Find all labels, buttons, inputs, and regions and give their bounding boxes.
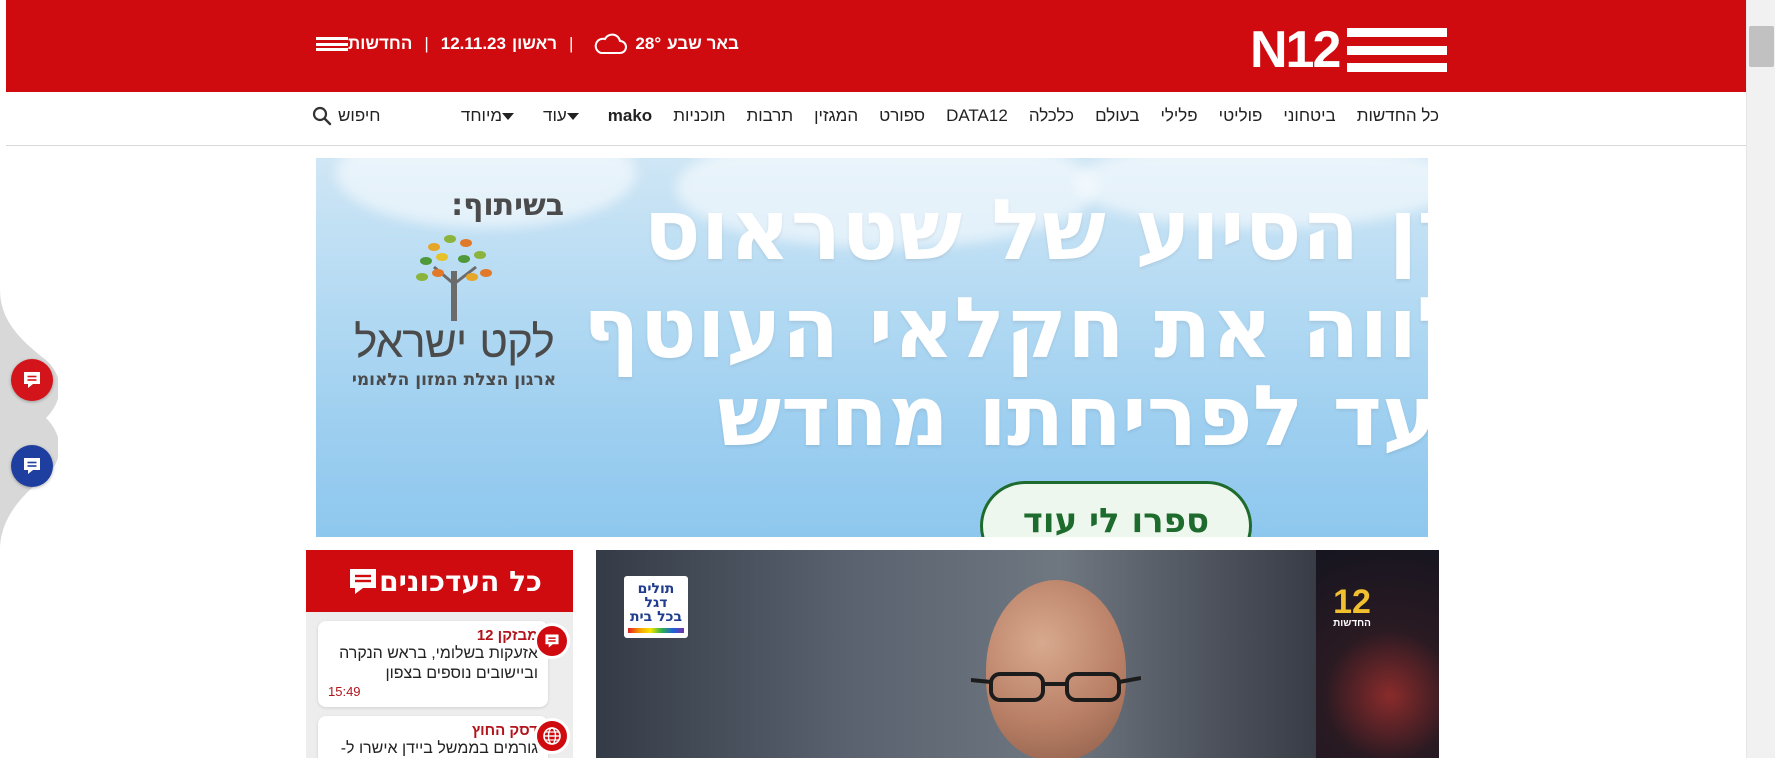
nav-item[interactable]: המגזין (814, 106, 858, 126)
globe-icon (543, 727, 561, 745)
chat-icon (24, 458, 40, 474)
ad-cta-button[interactable]: ספרו לי עוד (980, 481, 1252, 537)
tree-icon (416, 235, 492, 321)
nav-item[interactable]: מיוחד (461, 106, 522, 126)
partner-title: בשיתוף: (451, 188, 564, 223)
page-scrollbar[interactable] (1746, 0, 1775, 758)
ad-headline-line-3: עד לפריחתו מחדש (717, 367, 1428, 465)
mini-logo-icon (316, 37, 348, 51)
chevron-down-icon (566, 112, 579, 120)
page: N12 החדשות | 12.11.23 ראשון | 28° באר שב… (0, 0, 1775, 758)
nav-item[interactable]: תוכניות (673, 106, 725, 126)
updates-panel: כל העדכונים מבזקן 12 אזעקות בשלומי, בראש… (306, 550, 573, 758)
nav-item-label: DATA12 (946, 106, 1008, 125)
logo-text: N12 (1250, 21, 1341, 79)
scrollbar-thumb[interactable] (1749, 26, 1774, 67)
separator: | (424, 34, 429, 53)
ad-banner[interactable]: רן הסיוע של שטראוס לווה את חקלאי העוטף ע… (316, 158, 1428, 537)
nav-item-label: כלכלה (1028, 106, 1075, 125)
nav-item[interactable]: DATA12 (946, 106, 1008, 126)
nav-item-label: mako (607, 106, 653, 125)
nav-item[interactable]: תרבות (746, 106, 793, 126)
nav-items: כל החדשות ביטחוני פוליטי פלילי בעולם כלכלה DAT… (440, 106, 1439, 126)
nav-item-label: פוליטי (1218, 106, 1263, 125)
cloud-icon (595, 33, 628, 54)
nav-item-label: בעולם (1095, 106, 1140, 125)
updates-header[interactable]: כל העדכונים (306, 550, 573, 612)
update-source: מבזקן 12 (476, 627, 538, 644)
partner-tagline: ארגון הצלת המזון הלאומי (351, 370, 557, 390)
updates-title: כל העדכונים (379, 564, 542, 598)
nav-item[interactable]: פוליטי (1219, 106, 1263, 126)
channel-label: החדשות (1333, 618, 1371, 629)
ad-headline-line-2: לווה את חקלאי העוטף (583, 279, 1428, 377)
globe-icon-badge (534, 718, 570, 754)
chat-icon-badge (534, 623, 570, 659)
badge-line-3: בכל בית (629, 608, 683, 625)
search-label: חיפוש (338, 106, 381, 125)
search-button[interactable]: חיפוש (312, 106, 380, 126)
nav-item-label: תרבות (746, 106, 794, 125)
day: ראשון (511, 34, 557, 53)
update-source: דסק החוץ (471, 722, 538, 739)
chevron-down-icon (502, 112, 515, 120)
nav-item-label: ספורט (879, 106, 926, 125)
logo-stripes-icon (1347, 28, 1448, 72)
update-item[interactable]: מבזקן 12 אזעקות בשלומי, בראש הנקרה ובייש… (318, 621, 570, 707)
search-icon (312, 106, 332, 126)
channel-12-badge: 12 החדשות (1324, 583, 1380, 636)
badge-line-1: תולים (637, 580, 675, 597)
main-nav: כל החדשות ביטחוני פוליטי פלילי בעולם כלכלה DAT… (6, 92, 1746, 146)
nav-item-label: עוד (543, 106, 567, 125)
nav-item[interactable]: ביטחוני (1283, 106, 1335, 126)
chat-widget-red-button[interactable] (11, 359, 53, 401)
channel-number: 12 (1333, 583, 1371, 621)
nav-item[interactable]: כלכלה (1029, 106, 1074, 126)
chat-icon (350, 569, 377, 594)
update-item[interactable]: דסק החוץ גורמים בממשל ביידן אישרו ל- (318, 716, 570, 758)
badge-line-2: דגל (644, 594, 668, 611)
update-text: גורמים בממשל ביידן אישרו ל- (340, 740, 538, 757)
flag-campaign-badge: תולים דגל בכל בית (624, 576, 688, 638)
nav-item-label: כל החדשות (1356, 106, 1439, 125)
nav-item[interactable]: mako (608, 106, 652, 126)
top-header: N12 החדשות | 12.11.23 ראשון | 28° באר שב… (6, 0, 1746, 92)
weather-city[interactable]: באר שבע (667, 34, 739, 54)
nav-item-label: המגזין (814, 106, 859, 125)
nav-item[interactable]: כל החדשות (1357, 106, 1439, 126)
chat-widget-blue-button[interactable] (11, 445, 53, 487)
chat-icon (24, 372, 40, 388)
video-background-lights (1316, 550, 1439, 758)
nav-item-label: פלילי (1160, 106, 1198, 125)
nav-item[interactable]: עוד (543, 106, 587, 126)
ad-headline-line-1: רן הסיוע של שטראוס (643, 181, 1428, 279)
update-text: אזעקות בשלומי, בראש הנקרה וביישובים נוספ… (339, 645, 538, 682)
n12-logo[interactable]: N12 (1250, 21, 1448, 79)
nav-item-label: ביטחוני (1283, 106, 1336, 125)
update-time: 15:49 (328, 684, 361, 699)
header-info: החדשות | 12.11.23 ראשון | 28° באר שבע (312, 32, 739, 56)
chat-icon (545, 634, 559, 648)
nav-item[interactable]: ספורט (879, 106, 925, 126)
ad-partner: בשיתוף: לקט ישראל ארגון הצלת המזון הלאומ… (344, 188, 564, 390)
nav-item-label: מיוחד (460, 106, 503, 125)
video-presenter (986, 580, 1126, 758)
date: 12.11.23 (440, 34, 506, 53)
side-widget-tab (0, 290, 58, 550)
nav-item-label: תוכניות (673, 106, 726, 125)
nav-item[interactable]: פלילי (1160, 106, 1197, 126)
news-brand[interactable]: החדשות (312, 34, 412, 54)
news-label: החדשות (348, 34, 413, 53)
separator: | (568, 34, 574, 53)
rainbow-stripe (628, 627, 684, 633)
nav-item[interactable]: בעולם (1095, 106, 1139, 126)
glasses-shape (971, 672, 1141, 702)
weather-temp: 28° (635, 34, 662, 53)
video-player[interactable]: תולים דגל בכל בית 12 החדשות (596, 550, 1439, 758)
partner-org: לקט ישראל (354, 317, 555, 368)
